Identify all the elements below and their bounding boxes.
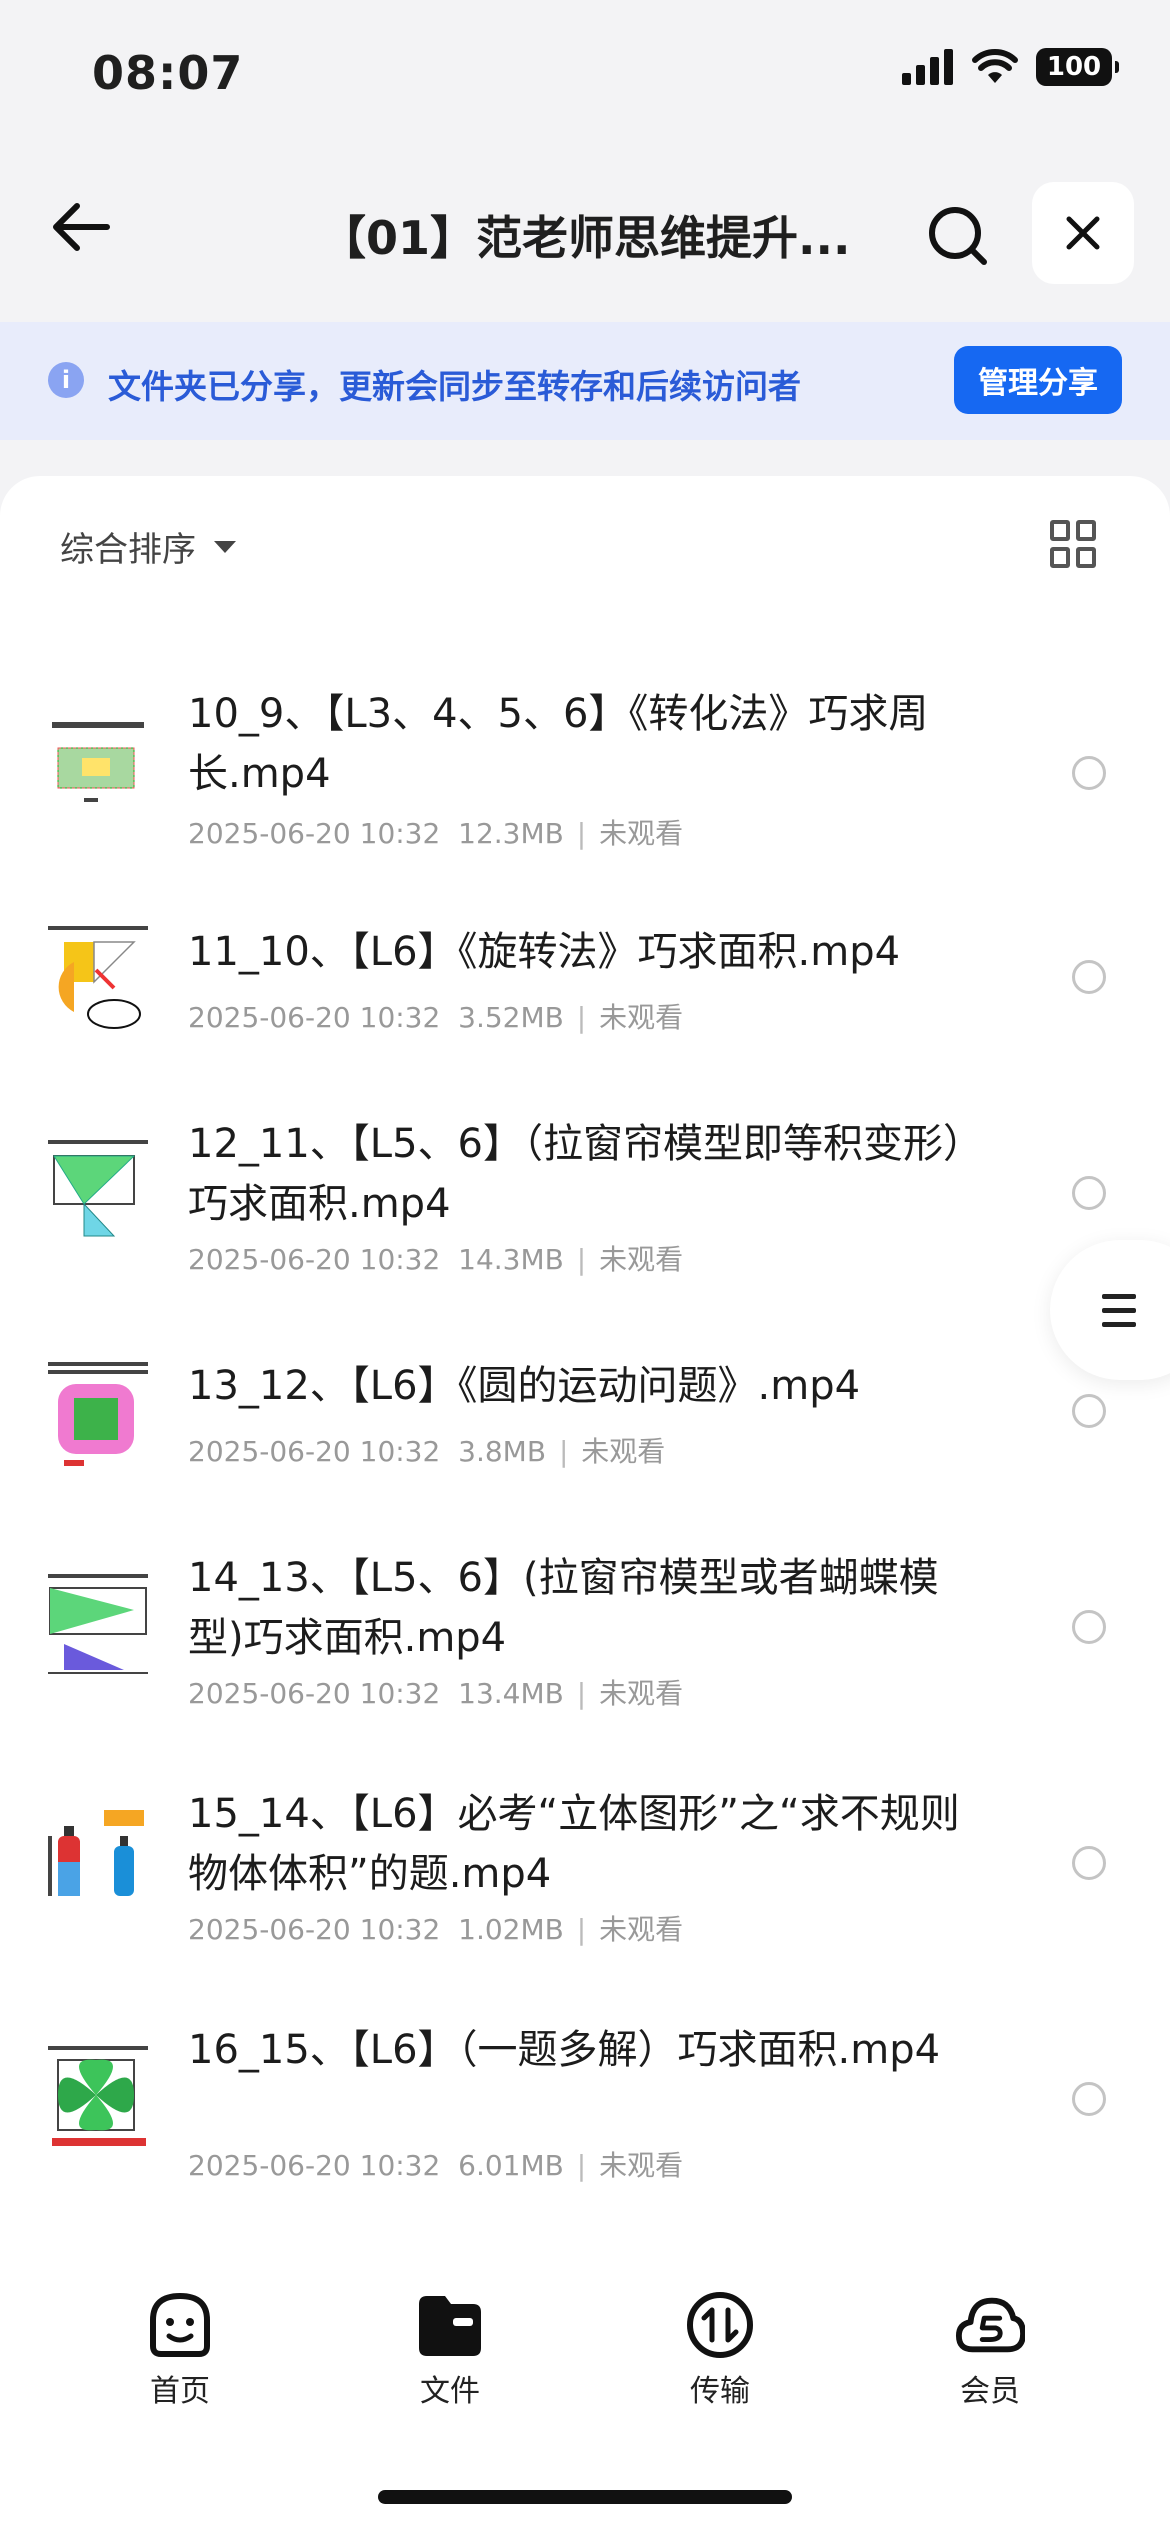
file-name: 13_12、【L6】《圆的运动问题》.mp4 — [188, 1363, 861, 1409]
select-radio[interactable] — [1072, 2082, 1106, 2116]
file-name: 12_11、【L5、6】（拉窗帘模型即等积变形）巧求面积.mp4 — [188, 1121, 963, 1227]
video-thumbnail — [44, 1806, 154, 1916]
file-size: 3.52MB — [458, 1001, 564, 1034]
home-indicator — [378, 2490, 792, 2504]
file-meta: 2025-06-20 10:32 14.3MB | 未观看 — [188, 1243, 684, 1276]
video-thumbnail — [44, 1570, 154, 1680]
watch-status: 未观看 — [599, 1001, 684, 1034]
close-icon — [1066, 216, 1100, 250]
file-meta: 2025-06-20 10:32 1.02MB | 未观看 — [188, 1913, 684, 1946]
back-button[interactable] — [44, 190, 118, 264]
select-radio[interactable] — [1072, 1176, 1106, 1210]
select-radio[interactable] — [1072, 1610, 1106, 1644]
nav-files[interactable]: 文件 — [365, 2290, 535, 2410]
wifi-icon — [972, 49, 1018, 83]
nav-transfer-label: 传输 — [690, 2374, 750, 2409]
info-icon: i — [48, 362, 84, 398]
status-bar: 08:07 100 — [0, 0, 1170, 150]
share-banner-text: 文件夹已分享，更新会同步至转存和后续访问者 — [108, 367, 801, 406]
video-thumbnail — [44, 1136, 154, 1246]
file-meta: 2025-06-20 10:32 12.3MB | 未观看 — [188, 817, 684, 850]
file-date: 2025-06-20 10:32 — [188, 1243, 441, 1276]
file-date: 2025-06-20 10:32 — [188, 1435, 441, 1468]
status-icons: 100 — [902, 48, 1119, 86]
file-meta: 2025-06-20 10:32 13.4MB | 未观看 — [188, 1677, 684, 1710]
menu-icon — [1102, 1293, 1136, 1327]
home-face-icon — [145, 2290, 215, 2360]
watch-status: 未观看 — [599, 1913, 684, 1946]
folder-icon — [415, 2290, 485, 2360]
file-size: 6.01MB — [458, 2149, 564, 2182]
battery-icon: 100 — [1036, 48, 1119, 86]
watch-status: 未观看 — [599, 1677, 684, 1710]
share-banner: i 文件夹已分享，更新会同步至转存和后续访问者 管理分享 — [0, 322, 1170, 440]
file-meta: 2025-06-20 10:32 3.52MB | 未观看 — [188, 1001, 684, 1034]
signal-icon — [902, 49, 953, 85]
watch-status: 未观看 — [599, 2149, 684, 2182]
select-radio[interactable] — [1072, 1394, 1106, 1428]
file-name: 10_9、【L3、4、5、6】《转化法》巧求周长.mp4 — [188, 691, 929, 797]
sort-dropdown[interactable]: 综合排序 — [60, 522, 236, 571]
nav-home-label: 首页 — [150, 2374, 210, 2409]
arrow-left-icon — [53, 203, 110, 251]
watch-status: 未观看 — [599, 1243, 684, 1276]
file-name: 11_10、【L6】《旋转法》巧求面积.mp4 — [188, 929, 901, 975]
nav-vip-label: 会员 — [960, 2374, 1020, 2409]
file-size: 13.4MB — [458, 1677, 564, 1710]
page-title: 【01】范老师思维提升... — [320, 211, 851, 265]
nav-transfer[interactable]: 传输 — [635, 2290, 805, 2410]
file-size: 14.3MB — [458, 1243, 564, 1276]
file-date: 2025-06-20 10:32 — [188, 2149, 441, 2182]
file-date: 2025-06-20 10:32 — [188, 1001, 441, 1034]
file-name: 14_13、【L5、6】(拉窗帘模型或者蝴蝶模型)巧求面积.mp4 — [188, 1555, 939, 1661]
file-date: 2025-06-20 10:32 — [188, 817, 441, 850]
select-radio[interactable] — [1072, 1846, 1106, 1880]
transfer-icon — [685, 2290, 755, 2360]
video-thumbnail — [44, 2042, 154, 2152]
video-thumbnail — [44, 922, 154, 1032]
nav-files-label: 文件 — [420, 2374, 480, 2409]
nav-home[interactable]: 首页 — [95, 2290, 265, 2410]
caret-down-icon — [214, 540, 236, 553]
video-thumbnail — [44, 714, 154, 824]
grid-view-icon[interactable] — [1050, 520, 1098, 568]
file-size: 3.8MB — [458, 1435, 547, 1468]
status-time: 08:07 — [92, 46, 244, 100]
select-radio[interactable] — [1072, 960, 1106, 994]
cloud-vip-icon — [955, 2290, 1025, 2360]
file-date: 2025-06-20 10:32 — [188, 1913, 441, 1946]
file-date: 2025-06-20 10:32 — [188, 1677, 441, 1710]
file-list-card: 综合排序 10_9、【L3、4、5、6】《转化法》巧求周长.mp4 2025-0… — [0, 476, 1170, 2532]
header: 【01】范老师思维提升... — [0, 160, 1170, 300]
file-size: 1.02MB — [458, 1913, 564, 1946]
watch-status: 未观看 — [599, 817, 684, 850]
watch-status: 未观看 — [581, 1435, 666, 1468]
select-radio[interactable] — [1072, 756, 1106, 790]
search-button[interactable] — [920, 198, 996, 274]
search-icon — [929, 207, 987, 265]
manage-share-button[interactable]: 管理分享 — [954, 346, 1122, 414]
file-meta: 2025-06-20 10:32 6.01MB | 未观看 — [188, 2149, 684, 2182]
video-thumbnail — [44, 1360, 154, 1470]
file-name: 16_15、【L6】（一题多解）巧求面积.mp4 — [188, 2027, 941, 2073]
file-meta: 2025-06-20 10:32 3.8MB | 未观看 — [188, 1435, 666, 1468]
close-button[interactable] — [1032, 182, 1134, 284]
file-name: 15_14、【L6】必考“立体图形”之“求不规则物体体积”的题.mp4 — [188, 1791, 960, 1897]
nav-vip[interactable]: 会员 — [905, 2290, 1075, 2410]
file-size: 12.3MB — [458, 817, 564, 850]
sort-label: 综合排序 — [60, 530, 196, 570]
